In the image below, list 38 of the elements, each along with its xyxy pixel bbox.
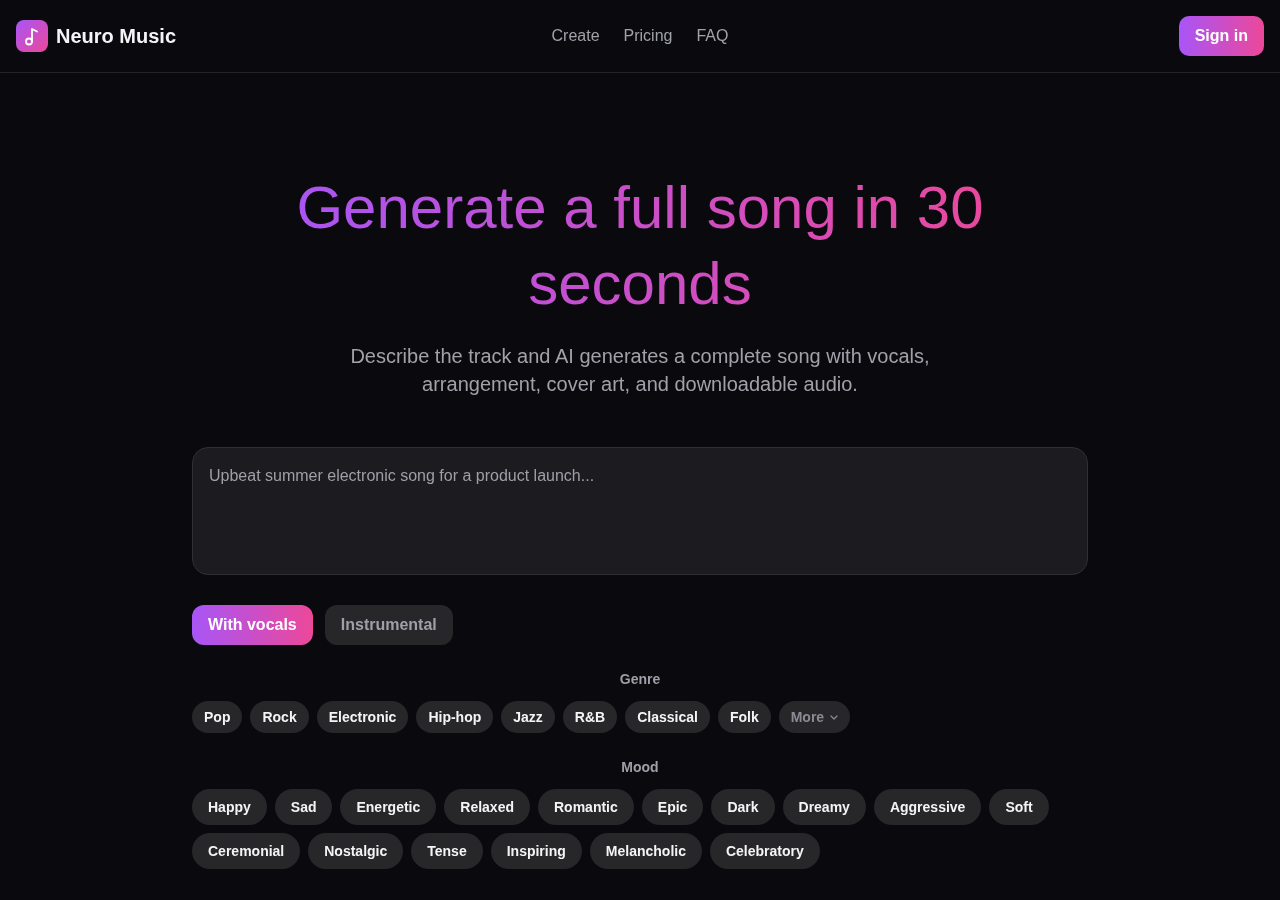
- genre-chip[interactable]: R&B: [562, 701, 618, 733]
- genre-chip[interactable]: Rock: [250, 701, 309, 733]
- nav-link[interactable]: Pricing: [623, 27, 673, 45]
- mood-chip[interactable]: Aggressive: [873, 789, 982, 825]
- mood-chip[interactable]: Dreamy: [782, 789, 866, 825]
- mood-chip[interactable]: Sad: [274, 789, 333, 825]
- chevron-down-icon: [830, 714, 839, 720]
- brand-name: Neuro Music: [56, 24, 177, 48]
- mood-chip[interactable]: Happy: [192, 789, 267, 825]
- hero-subtitle: Describe the track and AI generates a complete song with vocals, arrangement, cover art, and downloadable audio.: [349, 344, 931, 397]
- nav-link[interactable]: Create: [551, 27, 600, 45]
- mood-chip[interactable]: Dark: [711, 789, 775, 825]
- mood-chip[interactable]: Melancholic: [589, 833, 702, 869]
- prompt-field[interactable]: Upbeat summer electronic song for a product launch...: [192, 447, 1088, 575]
- genre-chip[interactable]: Pop: [192, 701, 243, 733]
- mode-tab[interactable]: Instrumental: [324, 605, 453, 645]
- more-chip[interactable]: More: [778, 701, 851, 733]
- nav-link[interactable]: FAQ: [696, 27, 729, 45]
- mood-chip[interactable]: Soft: [989, 789, 1049, 825]
- mood-chip[interactable]: Romantic: [538, 789, 634, 825]
- mood-chip[interactable]: Celebratory: [709, 833, 820, 869]
- mood-chip[interactable]: Epic: [641, 789, 704, 825]
- genre-chip[interactable]: Folk: [717, 701, 771, 733]
- music-note-icon: [16, 20, 48, 52]
- sign-in-button[interactable]: Sign in: [1178, 16, 1264, 56]
- mood-chip[interactable]: Tense: [411, 833, 483, 869]
- mood-chip[interactable]: Nostalgic: [308, 833, 404, 869]
- genre-chip[interactable]: Electronic: [316, 701, 409, 733]
- mode-tab[interactable]: With vocals: [192, 605, 313, 645]
- mood-chip[interactable]: Energetic: [340, 789, 437, 825]
- mood-chip[interactable]: Ceremonial: [192, 833, 301, 869]
- section-label: Genre: [619, 670, 661, 689]
- mood-chip[interactable]: Relaxed: [444, 789, 530, 825]
- genre-chip[interactable]: Classical: [625, 701, 710, 733]
- section-label: Mood: [621, 758, 659, 777]
- mood-chip[interactable]: Inspiring: [490, 833, 582, 869]
- genre-chip[interactable]: Hip-hop: [416, 701, 494, 733]
- genre-chip[interactable]: Jazz: [501, 701, 555, 733]
